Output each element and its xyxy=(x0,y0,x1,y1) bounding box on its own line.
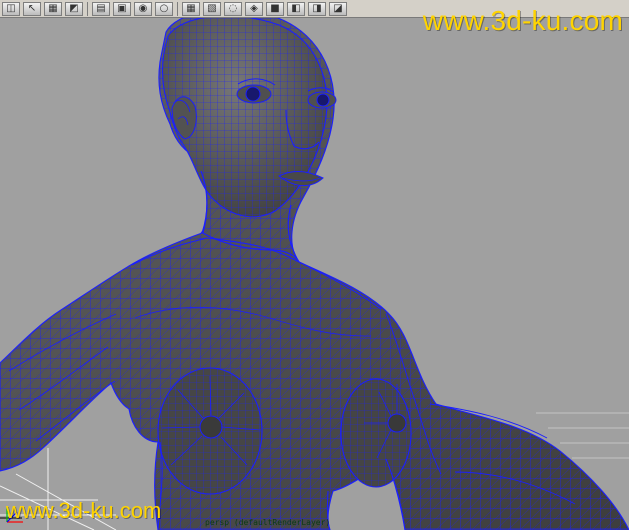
3d-viewport[interactable] xyxy=(0,18,629,530)
lamp-icon[interactable]: ◈ xyxy=(245,1,263,16)
select-icon[interactable]: ◧ xyxy=(287,1,305,16)
camera-layer-label: persp (defaultRenderLayer) xyxy=(205,518,331,527)
maya-viewport-window: ◫ ↖ ▦ ◩ ▤ ▣ ◉ ○ ▦ ▧ ◌ ◈ ■ ◧ ◨ ◪ www.3d-k… xyxy=(0,0,629,530)
model-wireframe-view xyxy=(0,18,629,530)
toolbar-separator xyxy=(87,1,88,16)
display-icon[interactable]: ▣ xyxy=(113,1,131,16)
camera-icon[interactable]: ▦ xyxy=(182,1,200,16)
texture-icon[interactable]: ▦ xyxy=(44,1,62,16)
grid-icon[interactable]: ▤ xyxy=(92,1,110,16)
light-icon[interactable]: ◌ xyxy=(224,1,242,16)
render-icon[interactable]: ◩ xyxy=(65,1,83,16)
toolbar-separator xyxy=(177,1,178,16)
shade-icon[interactable]: ○ xyxy=(155,1,173,16)
watermark-bottom: www.3d-ku.com xyxy=(6,498,162,523)
wireframe-icon[interactable]: ◉ xyxy=(134,1,152,16)
watermark-top: www.3d-ku.com xyxy=(422,5,623,36)
pointer-icon[interactable]: ↖ xyxy=(23,1,41,16)
view-icon[interactable]: ◨ xyxy=(308,1,326,16)
cube-icon[interactable]: ▧ xyxy=(203,1,221,16)
frame-icon[interactable]: ◪ xyxy=(329,1,347,16)
viewport-icon[interactable]: ◫ xyxy=(2,1,20,16)
red-cube-icon[interactable]: ■ xyxy=(266,1,284,16)
